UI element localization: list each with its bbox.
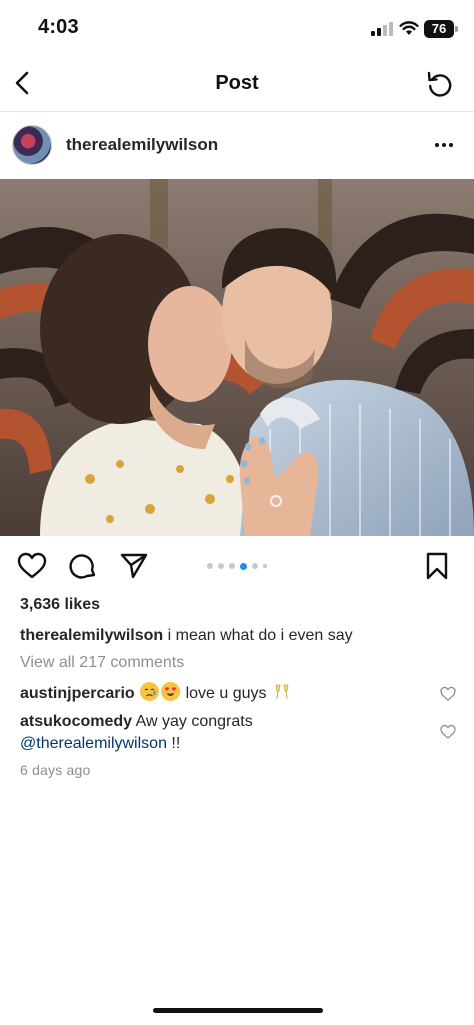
- post-caption: therealemilywilson i mean what do i even…: [20, 625, 460, 647]
- comment-item: austinjpercario love u guys: [20, 682, 420, 705]
- carousel-dot: [229, 563, 235, 569]
- heart-icon: [17, 552, 47, 579]
- post-timestamp: 6 days ago: [20, 762, 91, 778]
- more-dots-icon: [435, 143, 439, 147]
- bookmark-icon: [426, 552, 448, 580]
- save-button[interactable]: [420, 549, 454, 583]
- carousel-dot-active: [240, 562, 247, 570]
- comment-like-heart-icon[interactable]: [440, 686, 456, 702]
- comment-item: atsukocomedy Aw yay congrats @therealemi…: [20, 711, 420, 755]
- caption-username[interactable]: therealemilywilson: [20, 627, 163, 644]
- comment-text-end: !!: [166, 735, 181, 752]
- comment-mention-link[interactable]: @therealemilywilson: [20, 735, 167, 752]
- comment-username[interactable]: austinjpercario: [20, 685, 135, 702]
- more-options-button[interactable]: [432, 133, 456, 157]
- caption-text: i mean what do i even say: [163, 627, 353, 644]
- clinking-glasses-icon: [272, 682, 292, 701]
- refresh-icon: [427, 71, 452, 97]
- carousel-dot: [252, 563, 258, 569]
- battery-level: 76: [424, 20, 454, 38]
- comment-username[interactable]: atsukocomedy: [20, 713, 132, 730]
- avatar[interactable]: [12, 125, 52, 165]
- comment-like-heart-icon[interactable]: [440, 724, 456, 740]
- like-button[interactable]: [15, 549, 49, 583]
- status-bar: 4:03 76: [0, 0, 474, 56]
- nav-bar: Post: [0, 56, 474, 112]
- carousel-dot: [263, 564, 267, 568]
- likes-count[interactable]: 3,636 likes: [20, 596, 100, 614]
- home-indicator[interactable]: [153, 1008, 323, 1013]
- comment-text: Aw yay congrats: [132, 713, 253, 730]
- status-time: 4:03: [38, 16, 79, 38]
- cellular-signal-icon: [371, 22, 395, 36]
- post-actions: [0, 544, 474, 588]
- carousel-dot: [218, 563, 224, 569]
- post-header: therealemilywilson: [0, 120, 474, 170]
- post-username[interactable]: therealemilywilson: [66, 135, 218, 155]
- share-button[interactable]: [117, 549, 151, 583]
- comment-button[interactable]: [66, 549, 100, 583]
- heart-eyes-face-icon: [161, 682, 181, 701]
- post-photo[interactable]: [0, 179, 474, 536]
- page-title: Post: [215, 72, 259, 94]
- refresh-button[interactable]: [424, 68, 456, 100]
- carousel-indicator: [207, 562, 267, 570]
- comment-icon: [69, 554, 96, 579]
- comment-text: love u guys: [181, 685, 267, 702]
- send-icon: [120, 553, 148, 579]
- view-all-comments-link[interactable]: View all 217 comments: [20, 654, 184, 672]
- carousel-dot: [207, 563, 213, 569]
- crying-face-icon: [140, 682, 160, 701]
- battery-icon: 76: [424, 20, 458, 38]
- photo-image: [0, 179, 474, 536]
- wifi-icon: [399, 21, 419, 35]
